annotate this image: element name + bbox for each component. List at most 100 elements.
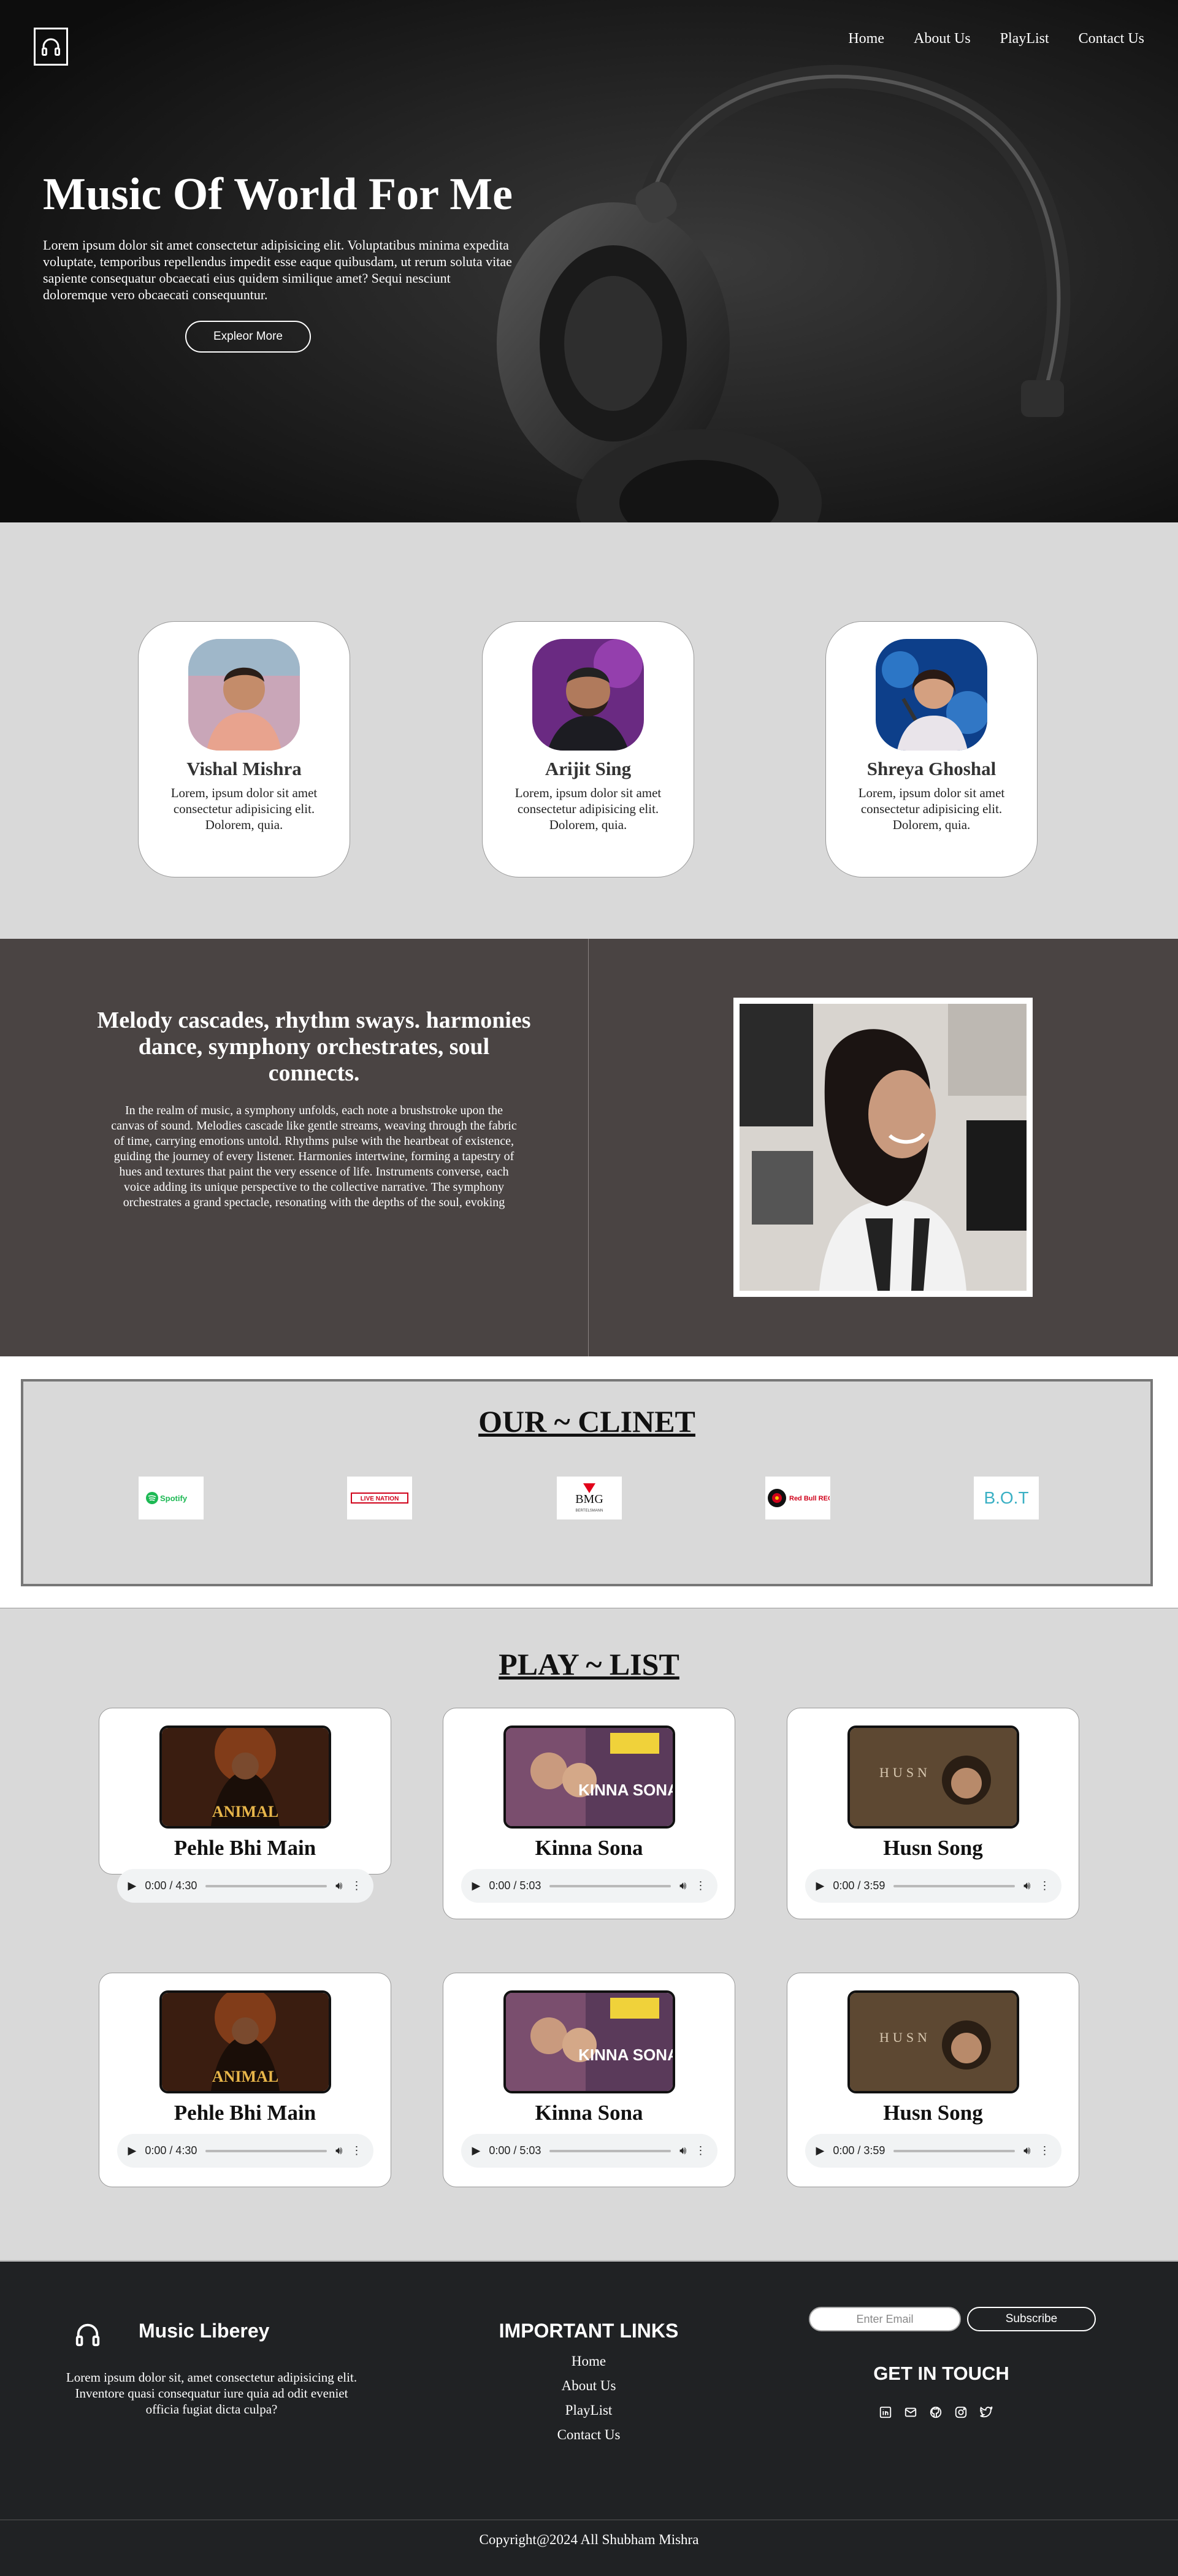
- volume-icon[interactable]: 🔊︎: [1023, 2144, 1030, 2157]
- spotify-logo[interactable]: Spotify: [139, 1477, 204, 1519]
- clients-section: OUR ~ CLINET Spotify LIVE NATION BMG BER…: [21, 1379, 1153, 1586]
- album-cover-text: HUSN: [879, 2030, 931, 2045]
- audio-player[interactable]: ▶ 0:00 / 3:59 🔊︎ ⋮: [805, 1869, 1061, 1903]
- progress-bar[interactable]: [205, 1884, 327, 1887]
- melody-section: Melody cascades, rhythm sways. harmonies…: [0, 939, 1178, 1356]
- volume-icon[interactable]: 🔊︎: [335, 2144, 342, 2157]
- bmg-logo-subtext: BERTELSMANN: [576, 1509, 603, 1513]
- audio-player[interactable]: ▶ 0:00 / 5:03 🔊︎ ⋮: [461, 2134, 717, 2168]
- explore-more-button[interactable]: Expleor More: [185, 321, 311, 353]
- main-nav: Home About Us PlayList Contact Us: [848, 31, 1144, 47]
- spotify-logo-text: Spotify: [160, 1494, 188, 1503]
- song-title: Pehle Bhi Main: [174, 2101, 316, 2125]
- artist-card[interactable]: Vishal Mishra Lorem, ipsum dolor sit ame…: [138, 621, 350, 877]
- bot-logo[interactable]: B.O.T: [974, 1477, 1039, 1519]
- song-title: Husn Song: [883, 2101, 983, 2125]
- live-nation-logo[interactable]: LIVE NATION: [347, 1477, 412, 1519]
- artist-name: Arijit Sing: [545, 758, 632, 779]
- singer-photo: [733, 998, 1033, 1297]
- hero-title: Music Of World For Me: [43, 169, 513, 220]
- bmg-logo[interactable]: BMG BERTELSMANN: [557, 1477, 622, 1519]
- play-icon[interactable]: ▶: [816, 2144, 825, 2157]
- social-links: [877, 2404, 995, 2421]
- audio-player[interactable]: ▶ 0:00 / 4:30 🔊︎ ⋮: [117, 1869, 373, 1903]
- song-title: Kinna Sona: [535, 1836, 643, 1860]
- time-display: 0:00 / 5:03: [489, 2144, 541, 2157]
- nav-link-home[interactable]: Home: [848, 31, 884, 47]
- important-links-title: IMPORTANT LINKS: [499, 2320, 679, 2342]
- artist-description: Lorem, ipsum dolor sit amet consectetur …: [514, 785, 662, 832]
- melody-text-panel: Melody cascades, rhythm sways. harmonies…: [0, 939, 589, 1356]
- headphones-logo-icon[interactable]: [34, 28, 68, 66]
- more-options-icon[interactable]: ⋮: [351, 2144, 362, 2157]
- play-icon[interactable]: ▶: [128, 1879, 137, 1892]
- hero-description: Lorem ipsum dolor sit amet consectetur a…: [43, 237, 512, 302]
- bot-logo-text: B.O.T: [984, 1488, 1028, 1507]
- more-options-icon[interactable]: ⋮: [1039, 2144, 1050, 2157]
- linkedin-icon[interactable]: [877, 2404, 894, 2421]
- email-input[interactable]: [809, 2307, 961, 2331]
- bmg-logo-text: BMG: [575, 1492, 603, 1506]
- artist-card[interactable]: Arijit Sing Lorem, ipsum dolor sit amet …: [482, 621, 694, 877]
- artist-photo: [188, 639, 300, 751]
- volume-icon[interactable]: 🔊︎: [1023, 1879, 1030, 1892]
- audio-player[interactable]: ▶ 0:00 / 4:30 🔊︎ ⋮: [117, 2134, 373, 2168]
- twitter-icon[interactable]: [977, 2404, 995, 2421]
- play-icon[interactable]: ▶: [472, 1879, 481, 1892]
- footer-link-contact-us[interactable]: Contact Us: [466, 2423, 711, 2447]
- album-cover-text: ANIMAL: [212, 1803, 278, 1821]
- song-card[interactable]: ANIMAL Pehle Bhi Main ▶ 0:00 / 4:30 🔊︎ ⋮: [99, 1973, 391, 2187]
- instagram-icon[interactable]: [952, 2404, 970, 2421]
- hero-section: Home About Us PlayList Contact Us Music …: [0, 0, 1178, 522]
- more-options-icon[interactable]: ⋮: [1039, 1879, 1050, 1892]
- subscribe-button[interactable]: Subscribe: [967, 2307, 1096, 2331]
- play-icon[interactable]: ▶: [472, 2144, 481, 2157]
- progress-bar[interactable]: [893, 2149, 1015, 2152]
- song-card[interactable]: KINNA SONA Kinna Sona ▶ 0:00 / 5:03 🔊︎ ⋮: [443, 1708, 735, 1919]
- headphones-icon: [74, 2320, 102, 2352]
- volume-icon[interactable]: 🔊︎: [679, 2144, 686, 2157]
- artist-card[interactable]: Shreya Ghoshal Lorem, ipsum dolor sit am…: [825, 621, 1038, 877]
- github-icon[interactable]: [927, 2404, 944, 2421]
- volume-icon[interactable]: 🔊︎: [679, 1879, 686, 1892]
- volume-icon[interactable]: 🔊︎: [335, 1879, 342, 1892]
- song-card[interactable]: HUSN Husn Song ▶ 0:00 / 3:59 🔊︎ ⋮: [787, 1973, 1079, 2187]
- nav-link-playlist[interactable]: PlayList: [1000, 31, 1049, 47]
- artist-photo: [876, 639, 987, 751]
- song-card[interactable]: KINNA SONA Kinna Sona ▶ 0:00 / 5:03 🔊︎ ⋮: [443, 1973, 735, 2187]
- footer-link-home[interactable]: Home: [466, 2349, 711, 2374]
- audio-player[interactable]: ▶ 0:00 / 3:59 🔊︎ ⋮: [805, 2134, 1061, 2168]
- nav-link-contact-us[interactable]: Contact Us: [1079, 31, 1144, 47]
- footer: Music Liberey Lorem ipsum dolor sit, ame…: [0, 2261, 1178, 2576]
- artist-description: Lorem, ipsum dolor sit amet consectetur …: [858, 785, 1005, 832]
- play-icon[interactable]: ▶: [816, 1879, 825, 1892]
- album-cover-text: KINNA SONA: [578, 2046, 673, 2064]
- audio-player[interactable]: ▶ 0:00 / 5:03 🔊︎ ⋮: [461, 1869, 717, 1903]
- song-card[interactable]: ANIMAL Pehle Bhi Main ▶ 0:00 / 4:30 🔊︎ ⋮: [99, 1708, 391, 1903]
- time-display: 0:00 / 4:30: [145, 1879, 197, 1892]
- footer-link-about-us[interactable]: About Us: [466, 2374, 711, 2398]
- mail-icon[interactable]: [902, 2404, 919, 2421]
- red-bull-records-logo[interactable]: Red Bull RECORDS: [765, 1477, 830, 1519]
- album-cover-husn: HUSN: [847, 1726, 1019, 1829]
- song-card[interactable]: HUSN Husn Song ▶ 0:00 / 3:59 🔊︎ ⋮: [787, 1708, 1079, 1919]
- progress-bar[interactable]: [549, 1884, 671, 1887]
- melody-paragraph: In the realm of music, a symphony unfold…: [111, 1104, 517, 1209]
- footer-link-playlist[interactable]: PlayList: [466, 2398, 711, 2423]
- progress-bar[interactable]: [893, 1884, 1015, 1887]
- time-display: 0:00 / 3:59: [833, 2144, 885, 2157]
- progress-bar[interactable]: [549, 2149, 671, 2152]
- artist-photo: [532, 639, 644, 751]
- play-icon[interactable]: ▶: [128, 2144, 137, 2157]
- melody-title: Melody cascades, rhythm sways. harmonies…: [97, 1007, 531, 1086]
- footer-brand: Music Liberey: [139, 2320, 270, 2342]
- playlist-section: PLAY ~ LIST ANIMAL Pehle Bhi Main ▶ 0:00…: [0, 1608, 1178, 2261]
- artist-description: Lorem, ipsum dolor sit amet consectetur …: [170, 785, 318, 832]
- get-in-touch-title: GET IN TOUCH: [873, 2363, 1009, 2384]
- more-options-icon[interactable]: ⋮: [695, 1879, 706, 1892]
- song-title: Pehle Bhi Main: [174, 1836, 316, 1860]
- more-options-icon[interactable]: ⋮: [351, 1879, 362, 1892]
- more-options-icon[interactable]: ⋮: [695, 2144, 706, 2157]
- progress-bar[interactable]: [205, 2149, 327, 2152]
- nav-link-about-us[interactable]: About Us: [914, 31, 971, 47]
